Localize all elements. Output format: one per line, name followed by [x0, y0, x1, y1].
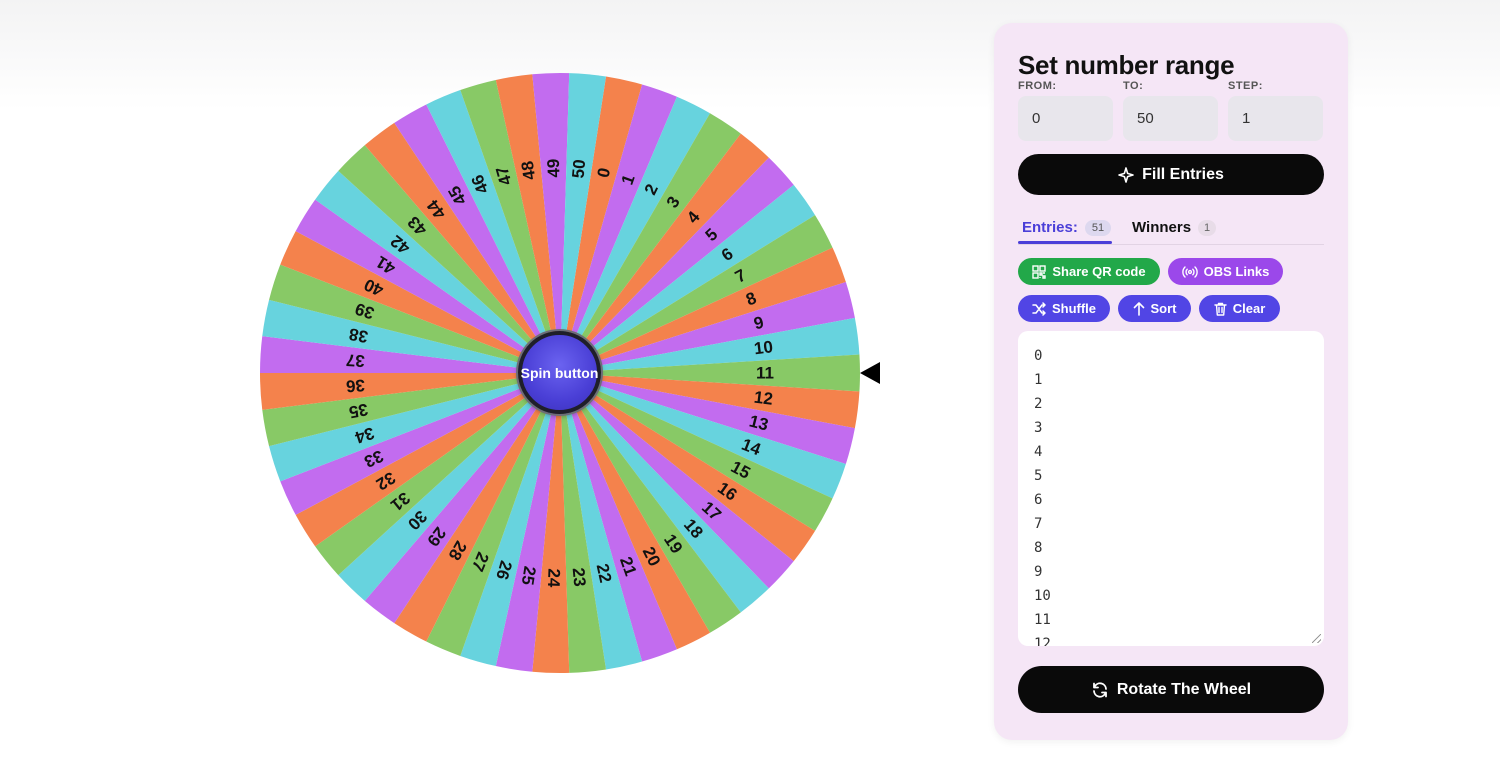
clear-label: Clear: [1232, 301, 1266, 316]
settings-panel: Set number range FROM: TO: STEP: Fill En…: [994, 23, 1348, 740]
to-input[interactable]: [1123, 96, 1218, 141]
to-label: TO:: [1123, 80, 1144, 92]
tab-winners[interactable]: Winners 1: [1132, 219, 1217, 236]
wheel-segment-label: 36: [345, 376, 365, 396]
entry-line: 6: [1034, 492, 1043, 508]
obs-links-button[interactable]: OBS Links: [1168, 258, 1283, 285]
wheel-segment-label: 23: [569, 567, 590, 588]
tab-winners-label: Winners: [1132, 219, 1192, 236]
entry-line: 2: [1034, 396, 1043, 412]
rotate-wheel-label: Rotate The Wheel: [1116, 680, 1252, 698]
spin-button[interactable]: Spin button: [518, 331, 601, 414]
broadcast-icon: [1181, 265, 1198, 279]
wheel-segment-label: 38: [347, 324, 369, 346]
wheel-segment-label: 22: [593, 562, 616, 585]
tabs: Entries: 51 Winners 1: [1018, 213, 1324, 245]
sort-label: Sort: [1150, 301, 1177, 316]
entries-textarea[interactable]: 0 1 2 3 4 5 6 7 8 9 10 11 12: [1018, 331, 1324, 646]
wheel-segment-label: 35: [347, 400, 369, 422]
wheel-segment-label: 48: [518, 160, 540, 182]
fill-entries-label: Fill Entries: [1142, 165, 1224, 183]
entry-line: 3: [1034, 420, 1043, 436]
obs-links-label: OBS Links: [1203, 264, 1270, 279]
step-input[interactable]: [1228, 96, 1323, 141]
entry-line: 0: [1034, 348, 1043, 364]
resize-handle[interactable]: [1312, 634, 1321, 643]
wheel-segment-label: 49: [544, 158, 564, 177]
from-label: FROM:: [1018, 80, 1057, 92]
winners-count-badge: 1: [1198, 219, 1217, 236]
entry-line: 1: [1034, 372, 1043, 388]
entry-line: 10: [1034, 588, 1051, 604]
tab-entries[interactable]: Entries: 51: [1022, 219, 1112, 236]
share-qr-label: Share QR code: [1052, 264, 1146, 279]
trash-icon: [1214, 302, 1227, 316]
wheel-segment-label: 12: [753, 388, 774, 409]
arrow-up-icon: [1133, 301, 1145, 316]
entry-line: 9: [1034, 564, 1043, 580]
shuffle-button[interactable]: Shuffle: [1018, 295, 1110, 322]
from-input[interactable]: [1018, 96, 1113, 141]
entries-list: 0 1 2 3 4 5 6 7 8 9 10 11 12: [1034, 344, 1324, 646]
rotate-wheel-button[interactable]: Rotate The Wheel: [1018, 666, 1324, 713]
wheel-segment-label: 37: [345, 350, 365, 370]
entries-count-badge: 51: [1084, 219, 1112, 236]
entry-line: 8: [1034, 540, 1043, 556]
entry-line: 4: [1034, 444, 1043, 460]
entry-line: 7: [1034, 516, 1043, 532]
active-tab-indicator: [1018, 241, 1112, 244]
wheel-segment-label: 10: [753, 337, 774, 358]
entry-line: 5: [1034, 468, 1043, 484]
panel-title: Set number range: [1018, 50, 1235, 80]
entry-line: 12: [1034, 636, 1051, 646]
sparkle-icon: [1118, 166, 1134, 183]
refresh-icon: [1091, 681, 1109, 699]
tab-entries-label: Entries:: [1022, 219, 1078, 236]
fill-entries-button[interactable]: Fill Entries: [1018, 154, 1324, 195]
shuffle-label: Shuffle: [1051, 301, 1097, 316]
wheel-segment-label: 24: [544, 568, 564, 588]
wheel-segment-label: 50: [569, 159, 590, 180]
clear-button[interactable]: Clear: [1199, 295, 1280, 322]
sort-button[interactable]: Sort: [1118, 295, 1191, 322]
qr-code-icon: [1032, 264, 1047, 279]
entry-line: 11: [1034, 612, 1051, 628]
wheel-segment-label: 25: [518, 565, 540, 587]
shuffle-icon: [1032, 301, 1046, 316]
wheel-segment-label: 11: [756, 364, 774, 383]
triangle-pointer-icon: [860, 362, 880, 384]
step-label: STEP:: [1228, 80, 1263, 92]
share-qr-button[interactable]: Share QR code: [1018, 258, 1160, 285]
